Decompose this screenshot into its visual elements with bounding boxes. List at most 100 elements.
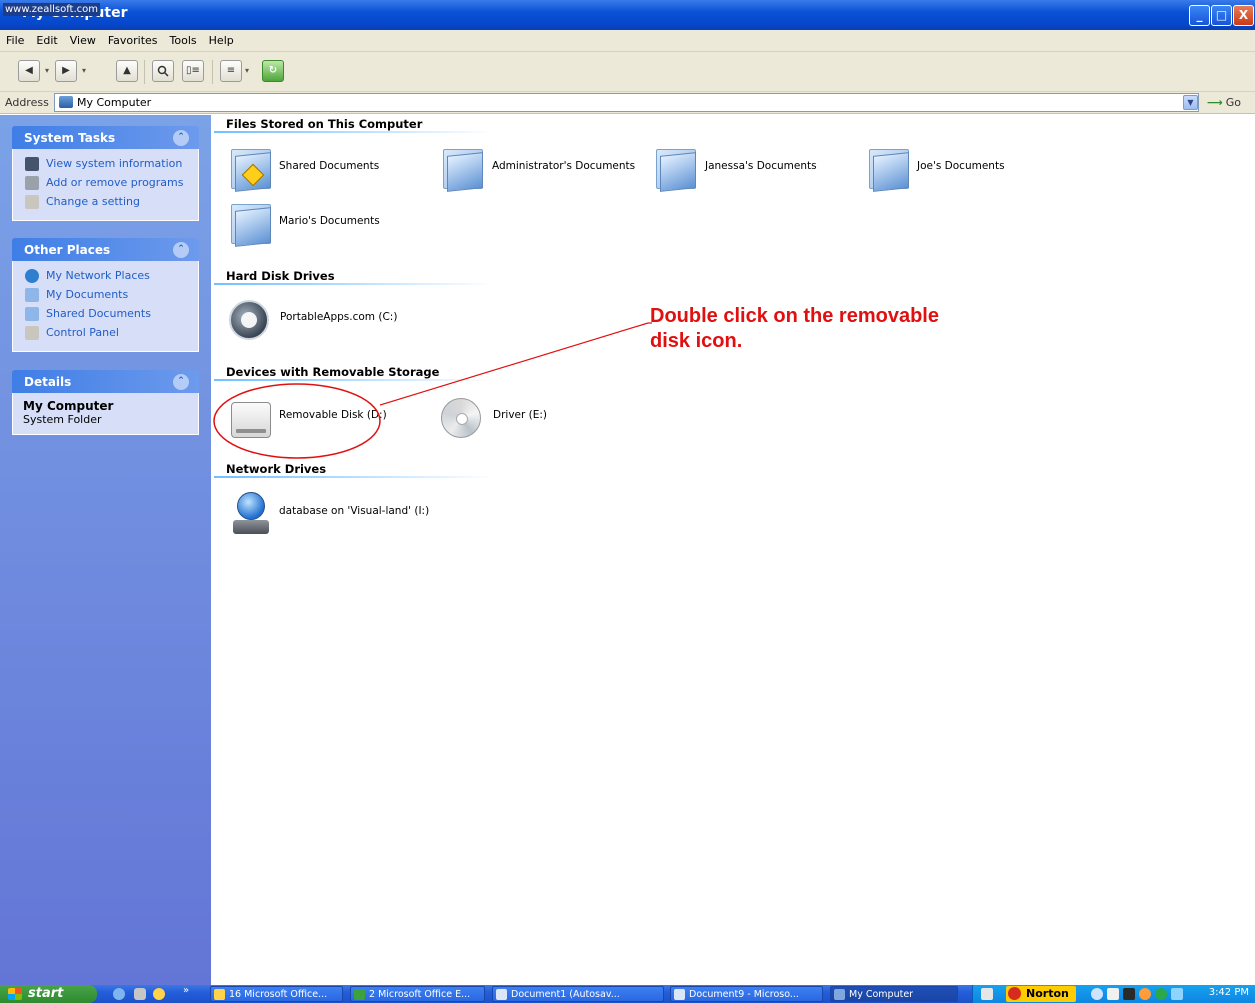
removable-disk-icon xyxy=(231,402,271,438)
folder-shared-documents[interactable]: Shared Documents xyxy=(229,145,419,195)
help-icon[interactable] xyxy=(981,988,993,1000)
drive-label[interactable]: database on 'Visual-land' (I:) xyxy=(279,505,429,517)
drive-network-i[interactable]: database on 'Visual-land' (I:) xyxy=(229,490,449,540)
start-button[interactable]: start xyxy=(0,985,97,1003)
place-label[interactable]: Control Panel xyxy=(46,326,119,339)
task-label[interactable]: Document9 - Microso... xyxy=(689,989,799,1000)
windows-flag-icon xyxy=(8,988,22,1000)
menu-tools[interactable]: Tools xyxy=(164,30,203,47)
collapse-chevron-icon[interactable]: ⌃ xyxy=(173,130,189,146)
task-label[interactable]: 2 Microsoft Office E... xyxy=(369,989,470,1000)
menu-file[interactable]: File xyxy=(0,30,30,47)
task-label[interactable]: Add or remove programs xyxy=(46,176,184,189)
close-button[interactable]: X xyxy=(1233,5,1254,26)
quicklaunch-more-icon[interactable]: » xyxy=(183,985,189,996)
forward-dropdown-icon[interactable]: ▾ xyxy=(82,66,86,75)
taskbar-task-my-computer[interactable]: My Computer xyxy=(830,986,958,1002)
views-dropdown-icon[interactable]: ▾ xyxy=(245,66,249,75)
maximize-button[interactable]: □ xyxy=(1211,5,1232,26)
task-label[interactable]: My Computer xyxy=(849,989,913,1000)
annotation-pointer-line xyxy=(379,322,649,406)
folder-label[interactable]: Mario's Documents xyxy=(279,215,380,227)
excel-icon xyxy=(354,989,365,1000)
place-label[interactable]: Shared Documents xyxy=(46,307,151,320)
drive-portableapps-c[interactable]: PortableApps.com (C:) xyxy=(227,296,407,346)
address-value[interactable]: My Computer xyxy=(77,96,151,109)
quicklaunch-search-icon[interactable] xyxy=(153,988,165,1000)
folder-label[interactable]: Janessa's Documents xyxy=(705,160,817,172)
place-label[interactable]: My Network Places xyxy=(46,269,150,282)
folder-icon xyxy=(229,200,275,247)
sync-button[interactable]: ↻ xyxy=(262,60,284,82)
details-header[interactable]: Details ⌃ xyxy=(12,370,199,393)
place-shared-documents[interactable]: Shared Documents xyxy=(13,305,198,324)
forward-button[interactable]: ▶ xyxy=(55,60,77,82)
menu-view[interactable]: View xyxy=(64,30,102,47)
connection-tray-icon[interactable] xyxy=(1123,988,1135,1000)
menu-favorites[interactable]: Favorites xyxy=(102,30,164,47)
drive-driver-e[interactable]: Driver (E:) xyxy=(439,394,559,444)
taskbar-task-document1[interactable]: Document1 (Autosav... xyxy=(492,986,664,1002)
menu-edit[interactable]: Edit xyxy=(30,30,63,47)
folder-label[interactable]: Joe's Documents xyxy=(917,160,1005,172)
section-network-title: Network Drives xyxy=(226,462,327,476)
back-dropdown-icon[interactable]: ▾ xyxy=(45,66,49,75)
drive-label[interactable]: PortableApps.com (C:) xyxy=(280,311,397,323)
search-button[interactable] xyxy=(152,60,174,82)
other-places-header[interactable]: Other Places ⌃ xyxy=(12,238,199,261)
mail-tray-icon[interactable] xyxy=(1107,988,1119,1000)
task-change-setting[interactable]: Change a setting xyxy=(13,193,198,212)
details-panel: Details ⌃ My Computer System Folder xyxy=(12,370,199,435)
section-files-title: Files Stored on This Computer xyxy=(226,117,423,131)
task-add-remove-programs[interactable]: Add or remove programs xyxy=(13,174,198,193)
folder-label[interactable]: Administrator's Documents xyxy=(492,160,635,172)
views-button[interactable]: ≡ xyxy=(220,60,242,82)
collapse-chevron-icon[interactable]: ⌃ xyxy=(173,242,189,258)
task-label[interactable]: View system information xyxy=(46,157,182,170)
task-label[interactable]: 16 Microsoft Office... xyxy=(229,989,327,1000)
network-tray-icon[interactable] xyxy=(1091,988,1103,1000)
place-control-panel[interactable]: Control Panel xyxy=(13,324,198,343)
quicklaunch-ie-icon[interactable] xyxy=(113,988,125,1000)
network-drive-icon xyxy=(233,492,269,538)
folder-janessas-documents[interactable]: Janessa's Documents xyxy=(654,145,834,195)
folder-administrators-documents[interactable]: Administrator's Documents xyxy=(441,145,641,195)
menu-help[interactable]: Help xyxy=(203,30,240,47)
folder-marios-documents[interactable]: Mario's Documents xyxy=(229,200,389,250)
drive-removable-disk-d[interactable]: Removable Disk (D:) xyxy=(229,394,399,444)
taskbar-task-excel-group[interactable]: 2 Microsoft Office E... xyxy=(350,986,485,1002)
address-field[interactable]: My Computer xyxy=(54,93,1199,112)
task-label[interactable]: Change a setting xyxy=(46,195,140,208)
place-my-documents[interactable]: My Documents xyxy=(13,286,198,305)
word-doc-icon xyxy=(674,989,685,1000)
security-tray-icon[interactable] xyxy=(1139,988,1151,1000)
drive-label[interactable]: Driver (E:) xyxy=(493,409,547,421)
minimize-button[interactable]: _ xyxy=(1189,5,1210,26)
place-label[interactable]: My Documents xyxy=(46,288,128,301)
folder-joes-documents[interactable]: Joe's Documents xyxy=(867,145,1027,195)
go-button[interactable]: ⟶ Go xyxy=(1207,96,1241,109)
toolbar: ◀ ▾ ▶ ▾ ▲ ▯≡ ≡ ▾ ↻ xyxy=(0,52,1255,92)
taskbar-task-document9[interactable]: Document9 - Microso... xyxy=(670,986,823,1002)
place-my-network-places[interactable]: My Network Places xyxy=(13,267,198,286)
address-dropdown-icon[interactable]: ▼ xyxy=(1183,95,1198,110)
task-view-system-information[interactable]: View system information xyxy=(13,155,198,174)
collapse-chevron-icon[interactable]: ⌃ xyxy=(173,374,189,390)
up-folder-button[interactable]: ▲ xyxy=(116,60,138,82)
quicklaunch-desktop-icon[interactable] xyxy=(134,988,146,1000)
back-button[interactable]: ◀ xyxy=(18,60,40,82)
drive-label[interactable]: Removable Disk (D:) xyxy=(279,409,387,421)
my-computer-icon xyxy=(834,989,845,1000)
folders-button[interactable]: ▯≡ xyxy=(182,60,204,82)
refresh-icon: ↻ xyxy=(268,65,278,76)
modem-tray-icon[interactable] xyxy=(1171,988,1183,1000)
menu-bar: File Edit View Favorites Tools Help xyxy=(0,30,1255,52)
clock[interactable]: 3:42 PM xyxy=(1209,987,1249,998)
folder-label[interactable]: Shared Documents xyxy=(279,160,379,172)
norton-tray-button[interactable]: Norton xyxy=(1006,986,1076,1002)
taskbar-task-office-group[interactable]: 16 Microsoft Office... xyxy=(210,986,343,1002)
task-label[interactable]: Document1 (Autosav... xyxy=(511,989,620,1000)
section-removable-title: Devices with Removable Storage xyxy=(226,365,440,379)
system-tasks-header[interactable]: System Tasks ⌃ xyxy=(12,126,199,149)
update-tray-icon[interactable] xyxy=(1155,988,1167,1000)
